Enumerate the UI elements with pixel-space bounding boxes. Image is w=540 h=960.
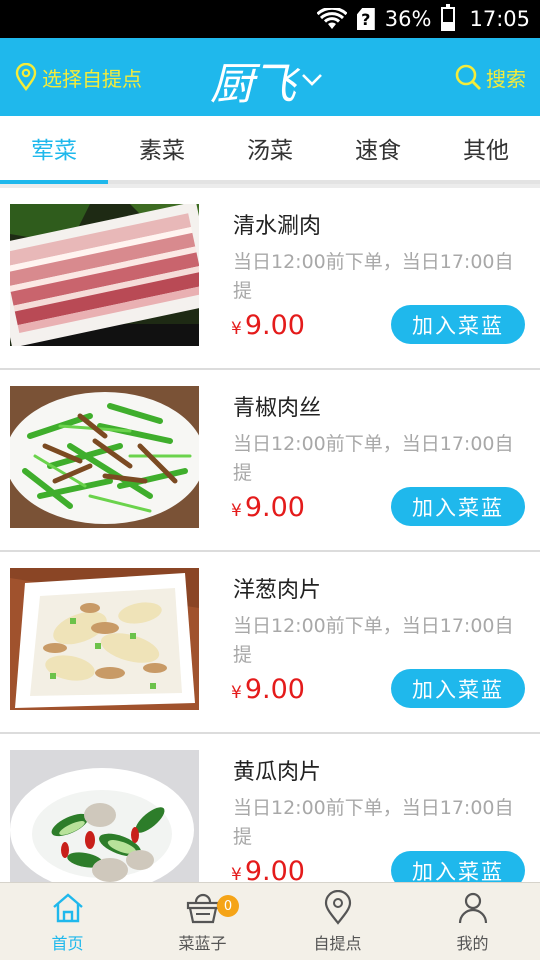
currency-symbol: ¥ <box>231 683 242 703</box>
tab-soup[interactable]: 汤菜 <box>216 116 324 180</box>
dish-name: 黄瓜肉片 <box>233 760 322 785</box>
status-bar: ? 36% 17:05 <box>0 0 540 38</box>
home-icon <box>52 893 83 923</box>
add-to-basket-button[interactable]: 加入菜蓝 <box>391 305 525 344</box>
currency-symbol: ¥ <box>231 501 242 521</box>
dish-price: ¥ 9.00 <box>231 856 305 882</box>
dish-name: 洋葱肉片 <box>233 578 322 603</box>
list-item[interactable]: 黄瓜肉片 当日12:00前下单，当日17:00自提 ¥ 9.00 加入菜蓝 <box>0 734 540 882</box>
price-value: 9.00 <box>244 310 305 341</box>
basket-icon <box>186 893 219 924</box>
nav-basket[interactable]: 0 菜蓝子 <box>135 883 270 960</box>
battery-icon <box>441 4 456 31</box>
nav-pickup-point[interactable]: 自提点 <box>270 883 405 960</box>
app-header: 选择自提点 厨飞 搜索 <box>0 38 540 116</box>
dish-price: ¥ 9.00 <box>231 310 305 341</box>
nav-basket-label: 菜蓝子 <box>178 934 227 953</box>
currency-symbol: ¥ <box>231 319 242 339</box>
tab-vegetable[interactable]: 素菜 <box>108 116 216 180</box>
bottom-nav: 首页 0 菜蓝子 自提点 我的 <box>0 882 540 960</box>
battery-percent: 36% <box>384 7 432 31</box>
price-value: 9.00 <box>244 674 305 705</box>
list-item[interactable]: 洋葱肉片 当日12:00前下单，当日17:00自提 ¥ 9.00 加入菜蓝 <box>0 552 540 734</box>
brand-logo-dropdown[interactable]: 厨飞 <box>210 48 324 112</box>
dish-name: 清水涮肉 <box>233 214 322 239</box>
price-value: 9.00 <box>244 856 305 882</box>
pickup-point-label: 选择自提点 <box>42 66 142 91</box>
sim-icon: ? <box>356 8 375 30</box>
list-item[interactable]: 青椒肉丝 当日12:00前下单，当日17:00自提 ¥ 9.00 加入菜蓝 <box>0 370 540 552</box>
select-pickup-point-button[interactable]: 选择自提点 <box>14 38 142 116</box>
tab-other[interactable]: 其他 <box>432 116 540 180</box>
wifi-icon <box>316 8 347 30</box>
dish-pickup-note: 当日12:00前下单，当日17:00自提 <box>233 797 514 848</box>
search-label: 搜索 <box>486 66 526 91</box>
tab-fast-food[interactable]: 速食 <box>324 116 432 180</box>
category-tabs: 荤菜 素菜 汤菜 速食 其他 <box>0 116 540 184</box>
add-to-basket-button[interactable]: 加入菜蓝 <box>391 669 525 708</box>
search-icon <box>455 64 481 90</box>
search-button[interactable]: 搜索 <box>454 38 526 116</box>
nav-mine[interactable]: 我的 <box>405 883 540 960</box>
cucumber-pork-photo[interactable] <box>10 750 199 882</box>
nav-home-label: 首页 <box>51 934 84 953</box>
add-to-basket-button[interactable]: 加入菜蓝 <box>391 487 525 526</box>
clock: 17:05 <box>469 7 530 31</box>
list-item[interactable]: 清水涮肉 当日12:00前下单，当日17:00自提 ¥ 9.00 加入菜蓝 <box>0 188 540 370</box>
dish-list: 清水涮肉 当日12:00前下单，当日17:00自提 ¥ 9.00 加入菜蓝 青椒… <box>0 188 540 882</box>
nav-mine-label: 我的 <box>456 934 489 953</box>
nav-home[interactable]: 首页 <box>0 883 135 960</box>
green-pepper-pork-photo[interactable] <box>10 386 199 528</box>
location-pin-icon <box>15 63 37 91</box>
chevron-down-icon <box>302 74 322 86</box>
dish-pickup-note: 当日12:00前下单，当日17:00自提 <box>233 615 514 666</box>
brand-logo: 厨飞 <box>210 59 296 110</box>
price-value: 9.00 <box>244 492 305 523</box>
basket-count-badge: 0 <box>217 895 239 917</box>
currency-symbol: ¥ <box>231 865 242 882</box>
dish-pickup-note: 当日12:00前下单，当日17:00自提 <box>233 433 514 484</box>
dish-name: 青椒肉丝 <box>233 396 322 421</box>
sliced-pork-photo[interactable] <box>10 204 199 346</box>
user-icon <box>458 892 487 924</box>
dish-pickup-note: 当日12:00前下单，当日17:00自提 <box>233 251 514 302</box>
tab-meat[interactable]: 荤菜 <box>0 116 108 184</box>
location-pin-icon <box>324 890 351 925</box>
onion-pork-photo[interactable] <box>10 568 199 710</box>
add-to-basket-button[interactable]: 加入菜蓝 <box>391 851 525 882</box>
dish-price: ¥ 9.00 <box>231 674 305 705</box>
dish-price: ¥ 9.00 <box>231 492 305 523</box>
nav-pickup-point-label: 自提点 <box>313 934 362 953</box>
